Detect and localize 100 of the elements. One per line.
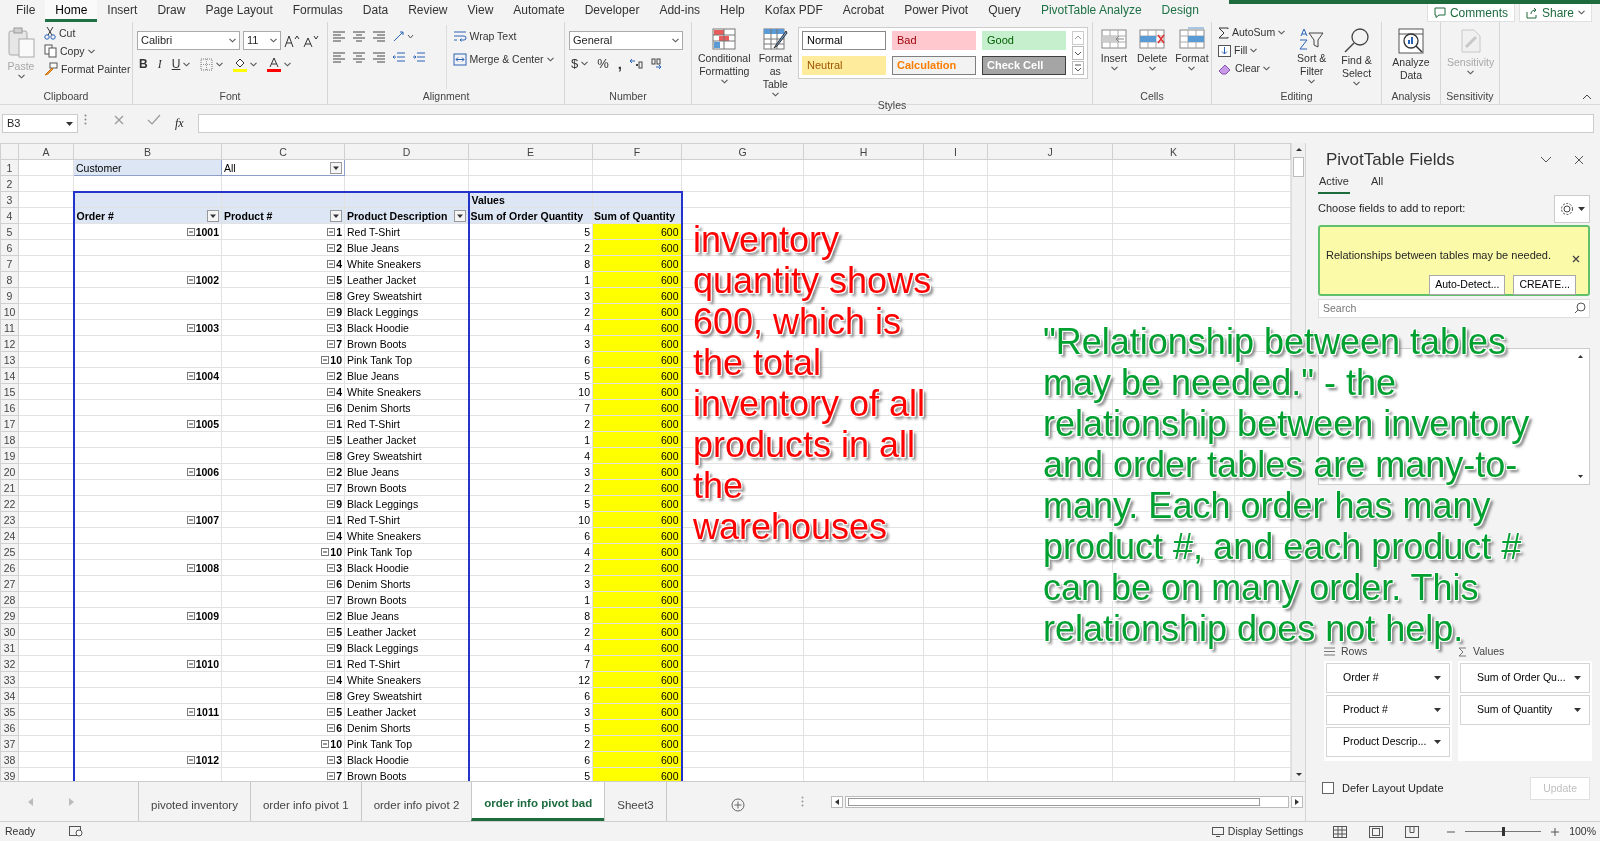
bold-button[interactable]: B	[137, 57, 150, 72]
collapse-icon[interactable]	[186, 515, 195, 524]
collapse-icon[interactable]	[186, 755, 195, 764]
find-select-button[interactable]: Find & Select	[1336, 25, 1377, 89]
collapse-icon[interactable]	[327, 387, 336, 396]
column-header[interactable]: J	[987, 143, 1113, 160]
ribbon-tab[interactable]: Design	[1151, 0, 1209, 22]
format-painter-button[interactable]: Format Painter	[42, 61, 133, 77]
underline-button[interactable]: U	[169, 57, 193, 72]
collapse-icon[interactable]	[321, 355, 330, 364]
defer-checkbox[interactable]: Defer Layout Update	[1322, 780, 1444, 797]
collapse-icon[interactable]	[327, 627, 336, 636]
collapse-icon[interactable]	[186, 467, 195, 476]
collapse-icon[interactable]	[327, 691, 336, 700]
collapse-icon[interactable]	[327, 659, 336, 668]
ribbon-tab[interactable]: Query	[978, 0, 1031, 22]
ribbon-tab[interactable]: Kofax PDF	[754, 0, 833, 22]
collapse-icon[interactable]	[186, 227, 195, 236]
font-size-field[interactable]: 11	[243, 31, 281, 50]
ribbon-tab[interactable]: Automate	[503, 0, 575, 22]
zoom-slider[interactable]	[1465, 827, 1542, 836]
autosum-button[interactable]: AutoSum	[1216, 25, 1288, 40]
insert-button[interactable]: Insert	[1097, 25, 1131, 89]
increase-decimal-icon[interactable]	[628, 57, 643, 70]
column-header[interactable]: B	[73, 143, 222, 160]
field-chip[interactable]: Order #	[1326, 662, 1450, 693]
collapse-icon[interactable]	[186, 659, 195, 668]
formula-input[interactable]	[197, 114, 1594, 133]
collapse-icon[interactable]	[327, 275, 336, 284]
collapse-icon[interactable]	[327, 707, 336, 716]
analyze-data-button[interactable]: Analyze Data	[1386, 25, 1436, 89]
cell-style-option[interactable]: Bad	[892, 31, 976, 50]
cell-style-option[interactable]: Neutral	[802, 56, 886, 75]
collapse-icon[interactable]	[327, 259, 336, 268]
ribbon-tab[interactable]: Help	[710, 0, 755, 22]
collapse-icon[interactable]	[186, 611, 195, 620]
align-center-icon[interactable]	[352, 51, 366, 64]
collapse-icon[interactable]	[327, 339, 336, 348]
column-header[interactable]: G	[681, 143, 804, 160]
close-icon[interactable]	[1572, 254, 1580, 263]
sheet-tab[interactable]: order info pivot bad	[471, 782, 605, 821]
insert-function-button[interactable]: fx	[175, 114, 184, 132]
field-chip[interactable]: Sum of Order Qu...	[1460, 662, 1590, 693]
collapse-icon[interactable]	[327, 435, 336, 444]
collapse-icon[interactable]	[327, 499, 336, 508]
collapse-icon[interactable]	[186, 419, 195, 428]
collapse-icon[interactable]	[327, 595, 336, 604]
shrink-font-icon[interactable]	[303, 33, 319, 48]
filter-dropdown-icon[interactable]	[453, 209, 466, 222]
collapse-icon[interactable]	[327, 483, 336, 492]
scroll-left-icon[interactable]	[831, 795, 843, 808]
collapse-icon[interactable]	[327, 611, 336, 620]
display-settings-button[interactable]: Display Settings	[1211, 823, 1304, 840]
column-header[interactable]: D	[344, 143, 469, 160]
ribbon-tab[interactable]: Draw	[147, 0, 196, 22]
column-header[interactable]: A	[18, 143, 74, 160]
wrap-text-button[interactable]: Wrap Text	[450, 29, 560, 44]
column-header[interactable]: I	[923, 143, 988, 160]
currency-button[interactable]: $	[569, 56, 591, 71]
notification-button[interactable]: Auto-Detect...	[1429, 275, 1506, 295]
column-header[interactable]: H	[803, 143, 924, 160]
collapse-icon[interactable]	[327, 643, 336, 652]
notification-button[interactable]: CREATE...	[1513, 275, 1576, 295]
grow-font-icon[interactable]	[284, 33, 300, 48]
settings-button[interactable]	[1554, 194, 1590, 223]
name-box[interactable]: B3	[2, 114, 78, 133]
sheet-tab[interactable]: Sheet3	[604, 782, 667, 821]
collapse-icon[interactable]	[327, 243, 336, 252]
copy-button[interactable]: Copy	[42, 43, 133, 59]
scroll-down-icon[interactable]	[1072, 46, 1084, 60]
more-styles-icon[interactable]	[1072, 61, 1084, 75]
collapse-icon[interactable]	[327, 723, 336, 732]
collapse-icon[interactable]	[327, 323, 336, 332]
borders-button[interactable]	[198, 57, 226, 72]
filter-dropdown-icon[interactable]	[207, 209, 219, 222]
panel-tab[interactable]: All	[1369, 173, 1385, 194]
collapse-icon[interactable]	[187, 707, 196, 716]
normal-view-icon[interactable]	[1333, 825, 1348, 838]
italic-button[interactable]: I	[155, 57, 164, 72]
ribbon-tab[interactable]: View	[457, 0, 504, 22]
close-icon[interactable]	[1574, 155, 1584, 165]
percent-button[interactable]: %	[595, 56, 611, 71]
horizontal-scrollbar[interactable]	[845, 795, 1289, 808]
collapse-icon[interactable]	[327, 227, 336, 236]
collapse-icon[interactable]	[186, 275, 195, 284]
font-name-field[interactable]: Calibri	[137, 31, 240, 50]
collapse-ribbon-icon[interactable]	[1582, 94, 1592, 100]
number-format-field[interactable]: General	[569, 31, 683, 50]
align-left-icon[interactable]	[332, 51, 346, 64]
delete-button[interactable]: Delete	[1135, 25, 1170, 89]
field-chip[interactable]: Product Descrip...	[1326, 726, 1450, 757]
cancel-icon[interactable]	[113, 114, 125, 126]
collapse-icon[interactable]	[321, 547, 330, 556]
collapse-icon[interactable]	[327, 515, 336, 524]
ribbon-tab[interactable]: Acrobat	[832, 0, 895, 22]
filter-dropdown[interactable]: All	[221, 159, 345, 176]
ribbon-tab[interactable]: PivotTable Analyze	[1030, 0, 1152, 22]
align-bottom-icon[interactable]	[372, 30, 386, 43]
align-right-icon[interactable]	[372, 51, 386, 64]
orientation-icon[interactable]	[392, 30, 414, 43]
